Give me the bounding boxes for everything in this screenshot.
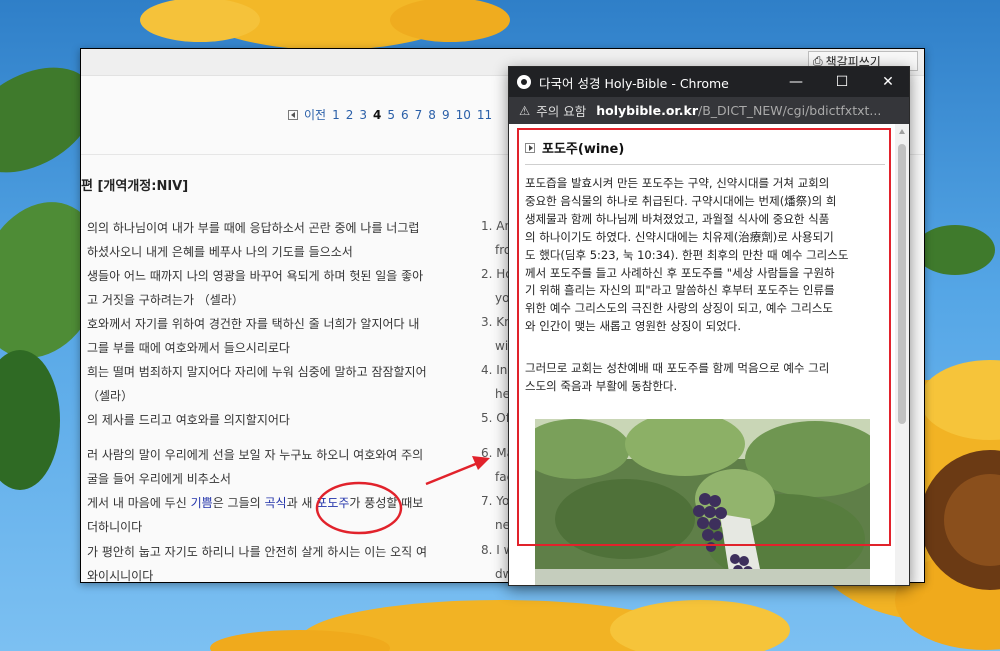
entry-divider	[525, 164, 885, 165]
page-link[interactable]: 1	[332, 108, 340, 122]
verse-text: 과 새	[286, 496, 317, 510]
dict-link-grain[interactable]: 곡식	[264, 496, 286, 510]
verse-line: 더하니이다	[87, 520, 143, 534]
verse-line: 의 제사를 드리고 여호와를 의지할지어다	[87, 413, 290, 427]
definition-line: 그러므로 교회는 성찬예배 때 포도주를 함께 먹음으로 예수 그리	[525, 361, 830, 375]
entry-word: 포도주(wine)	[542, 142, 625, 157]
page-link[interactable]: 3	[359, 108, 367, 122]
dict-link-joy[interactable]: 기쁨	[191, 496, 213, 510]
prev-link[interactable]: 이전	[304, 106, 326, 123]
chapter-heading: 편 [개역개정:NIV]	[81, 179, 189, 194]
scroll-up-icon[interactable]	[899, 129, 905, 134]
verse-line: （셀라）	[87, 389, 134, 403]
dictionary-entry-title: 포도주(wine)	[525, 138, 624, 157]
definition-line: 위한 예수 그리스도의 극진한 사랑의 상징이 되고, 예수 그리스도	[525, 301, 833, 316]
definition-line: 생제물과 함께 하나님께 바쳐졌었고, 과월절 식사에 중요한 식품	[525, 211, 830, 226]
verse-line: 가 평안히 눕고 자기도 하리니 나를 안전히 살게 하시는 이는 오직 여	[87, 545, 428, 559]
page-link[interactable]: 2	[346, 108, 354, 122]
definition-paragraph-1: 포도즙을 발효시켜 만든 포도주는 구약, 신약시대를 거쳐 교회의 중요한 음…	[525, 175, 877, 336]
verse-line-8: 게서 내 마음에 두신 기쁨은 그들의 곡식과 새 포도주가 풍성할 때보	[87, 494, 423, 511]
entry-arrow-icon	[525, 142, 535, 153]
dict-link-wine[interactable]: 포도주	[316, 496, 349, 510]
dictionary-popup-window: 다국어 성경 Holy-Bible - Chrome — ☐ ✕ ⚠ 주의 요함…	[508, 66, 910, 586]
definition-line: 께서 포도주를 들고 사례하신 후 포도주를 "세상 사람들을 구원하	[525, 265, 835, 280]
verse-line: 러 사람의 말이 우리에게 선을 보일 자 누구뇨 하오니 여호와여 주의	[87, 448, 424, 462]
page-link[interactable]: 10	[456, 108, 471, 122]
page-link[interactable]: 7	[415, 108, 423, 122]
definition-line: 의 하나이기도 하였다. 신약시대에는 치유제(治療劑)로 사용되기	[525, 229, 834, 244]
popup-title-bar[interactable]: 다국어 성경 Holy-Bible - Chrome — ☐ ✕	[509, 67, 909, 97]
definition-line: 와 인간이 맺는 새롭고 영원한 상징이 되었다.	[525, 319, 742, 334]
verse-line: 굴을 들어 우리에게 비추소서	[87, 472, 231, 486]
maximize-icon[interactable]: ☐	[819, 67, 865, 97]
address-bar[interactable]: ⚠ 주의 요함 holybible.or.kr /B_DICT_NEW/cgi/…	[509, 97, 909, 124]
grape-vine-photo	[535, 419, 870, 585]
definition-line: 스도의 죽음과 부활에 동참한다.	[525, 378, 678, 393]
verse-line: 생들아 어느 때까지 나의 영광을 바꾸어 욕되게 하며 헛된 일을 좋아	[87, 269, 424, 283]
url-path[interactable]: /B_DICT_NEW/cgi/bdictfxtxt...	[698, 103, 881, 118]
page-link[interactable]: 8	[428, 108, 436, 122]
page-current: 4	[373, 107, 382, 122]
page-link[interactable]: 11	[477, 108, 492, 122]
url-host[interactable]: holybible.or.kr	[596, 103, 698, 118]
scrollbar-thumb[interactable]	[898, 144, 906, 424]
verse-line: 와이시니이다	[87, 569, 154, 583]
definition-line: 기 위해 흘리는 자신의 피"라고 말씀하신 후부터 포도주는 인류를	[525, 283, 835, 298]
definition-line: 도 했다(딤후 5:23, 눅 10:34). 한편 최후의 만찬 때 예수 그…	[525, 247, 849, 262]
popup-scrollbar[interactable]	[895, 124, 909, 585]
page-link[interactable]: 6	[401, 108, 409, 122]
security-label[interactable]: 주의 요함	[536, 101, 586, 120]
definition-line: 포도즙을 발효시켜 만든 포도주는 구약, 신약시대를 거쳐 교회의	[525, 176, 830, 190]
definition-line: 중요한 음식물의 하나로 취급된다. 구약시대에는 번제(燔祭)의 희	[525, 193, 837, 208]
verse-line: 호와께서 자기를 위하여 경건한 자를 택하신 줄 너희가 알지어다 내	[87, 317, 420, 331]
minimize-icon[interactable]: —	[773, 67, 819, 97]
verse-text: 은 그들의	[212, 496, 265, 510]
pagination: 이전 1 2 3 4 5 6 7 8 9 10 11	[288, 106, 492, 123]
popup-title: 다국어 성경 Holy-Bible - Chrome	[539, 75, 729, 91]
verse-line: 고 거짓을 구하려는가 （셀라）	[87, 293, 244, 307]
verse-line: 의의 하나님이여 내가 부를 때에 응답하소서 곤란 중에 나를 너그럽	[87, 221, 420, 235]
definition-paragraph-2: 그러므로 교회는 성찬예배 때 포도주를 함께 먹음으로 예수 그리 스도의 죽…	[525, 360, 877, 396]
verse-line: 그를 부를 때에 여호와께서 들으시리로다	[87, 341, 290, 355]
verse-line: 하셨사오니 내게 은혜를 베푸사 나의 기도를 들으소서	[87, 245, 353, 259]
page-link[interactable]: 9	[442, 108, 450, 122]
dictionary-page: 포도주(wine) 포도즙을 발효시켜 만든 포도주는 구약, 신약시대를 거쳐…	[509, 124, 897, 585]
page-link[interactable]: 5	[387, 108, 395, 122]
chrome-icon	[517, 75, 531, 89]
prev-arrow-icon[interactable]	[288, 109, 298, 120]
warning-icon[interactable]: ⚠	[519, 103, 530, 118]
verse-text: 게서 내 마음에 두신	[87, 496, 191, 510]
verse-line: 희는 떨며 범죄하지 말지어다 자리에 누워 심중에 말하고 잠잠할지어	[87, 365, 427, 379]
verse-text: 가 풍성할 때보	[349, 496, 424, 510]
close-icon[interactable]: ✕	[865, 67, 909, 97]
